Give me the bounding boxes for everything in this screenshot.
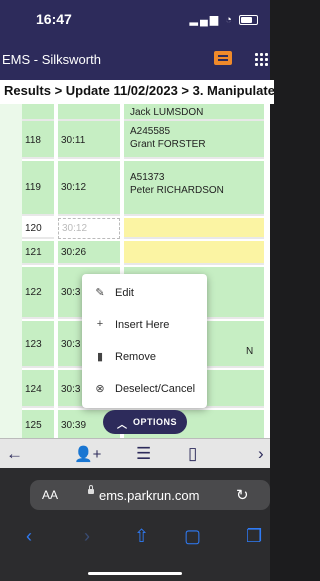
position-cell [22, 104, 54, 121]
breadcrumb: Results > Update 11/02/2023 > 3. Manipul… [0, 80, 274, 104]
address-bar[interactable]: AA ems.parkrun.com ↻ [30, 480, 270, 510]
browser-toolbar: AA ems.parkrun.com ↻ ‹ › ⇧ ▢ ❐ [0, 468, 270, 581]
time-cell: 30:12 [58, 161, 120, 216]
bookmarks-icon[interactable]: ▢ [184, 526, 201, 547]
reload-icon[interactable]: ↻ [236, 486, 249, 504]
athlete-id: A51373 [130, 172, 165, 183]
home-indicator [88, 572, 182, 575]
time-cell: 30:26 [58, 241, 120, 265]
position-cell: 118 [22, 121, 54, 159]
signal-icon: ▂▄▆ [189, 14, 221, 26]
context-menu: ✎ Edit + Insert Here ▮ Remove ⊗ Deselect… [82, 274, 207, 408]
chevron-right-icon[interactable]: › [258, 444, 264, 464]
insert-label: Insert Here [115, 319, 170, 331]
time-cell: 30:12 [58, 218, 120, 239]
bottom-toolbar: ← 👤+ ☰ ▯ › [0, 438, 270, 469]
grid-menu-icon[interactable] [254, 52, 268, 66]
insert-here-menu-item[interactable]: + Insert Here [82, 309, 207, 341]
deselect-cancel-menu-item[interactable]: ⊗ Deselect/Cancel [82, 373, 207, 405]
app-header: EMS - Silksworth [0, 40, 270, 80]
chevron-up-icon: ︿ [117, 420, 128, 431]
deselect-label: Deselect/Cancel [115, 383, 196, 395]
athlete-name: Jack LUMSDON [130, 107, 204, 118]
tabs-icon[interactable]: ❐ [246, 526, 262, 547]
add-person-icon[interactable]: 👤+ [74, 445, 101, 463]
athlete-cell: A51373 Peter RICHARDSON [124, 161, 264, 216]
athlete-cell: A245585 Grant FORSTER [124, 121, 264, 159]
position-cell: 123 [22, 321, 54, 368]
position-cell: 125 [22, 410, 54, 438]
cancel-circle-icon: ⊗ [95, 383, 105, 395]
edit-label: Edit [115, 287, 134, 299]
list-menu-icon[interactable]: ☰ [136, 444, 151, 464]
athlete-cell: Jack LUMSDON [124, 104, 264, 121]
lock-icon [88, 485, 94, 494]
athlete-id: A245585 [130, 126, 171, 137]
remove-label: Remove [115, 351, 156, 363]
athlete-name: Peter RICHARDSON [130, 185, 224, 196]
plus-icon: + [96, 318, 104, 330]
trash-icon: ▮ [96, 351, 104, 363]
status-icons: ▂▄▆ ◔ [189, 13, 258, 26]
browser-forward-icon[interactable]: › [84, 526, 90, 547]
position-cell: 119 [22, 161, 54, 216]
time-cell: 30:11 [58, 121, 120, 159]
position-cell: 124 [22, 370, 54, 408]
edit-menu-item[interactable]: ✎ Edit [82, 277, 207, 309]
position-cell: 122 [22, 267, 54, 319]
position-cell: 121 [22, 241, 54, 265]
map-icon[interactable]: ▯ [188, 444, 197, 464]
text-size-button[interactable]: AA [42, 488, 58, 502]
back-arrow-icon[interactable]: ← [6, 444, 23, 464]
athlete-cell [124, 218, 264, 239]
chat-icon[interactable] [214, 51, 232, 65]
remove-menu-item[interactable]: ▮ Remove [82, 341, 207, 373]
browser-back-icon[interactable]: ‹ [26, 526, 32, 547]
options-label: OPTIONS [133, 417, 178, 427]
status-time: 16:47 [36, 11, 72, 27]
status-bar: 16:47 ▂▄▆ ◔ [0, 0, 270, 40]
athlete-cell [124, 241, 264, 265]
app-title: EMS - Silksworth [2, 52, 101, 67]
share-icon[interactable]: ⇧ [134, 526, 149, 547]
time-cell [58, 104, 120, 121]
url-text: ems.parkrun.com [99, 488, 200, 503]
battery-icon [239, 15, 258, 26]
options-button[interactable]: ︿ OPTIONS [103, 410, 187, 434]
pencil-icon: ✎ [95, 287, 105, 299]
athlete-name: Grant FORSTER [130, 139, 206, 150]
row-handle-column [0, 104, 22, 438]
position-cell: 120 [22, 218, 54, 239]
wifi-icon: ◔ [225, 14, 234, 26]
